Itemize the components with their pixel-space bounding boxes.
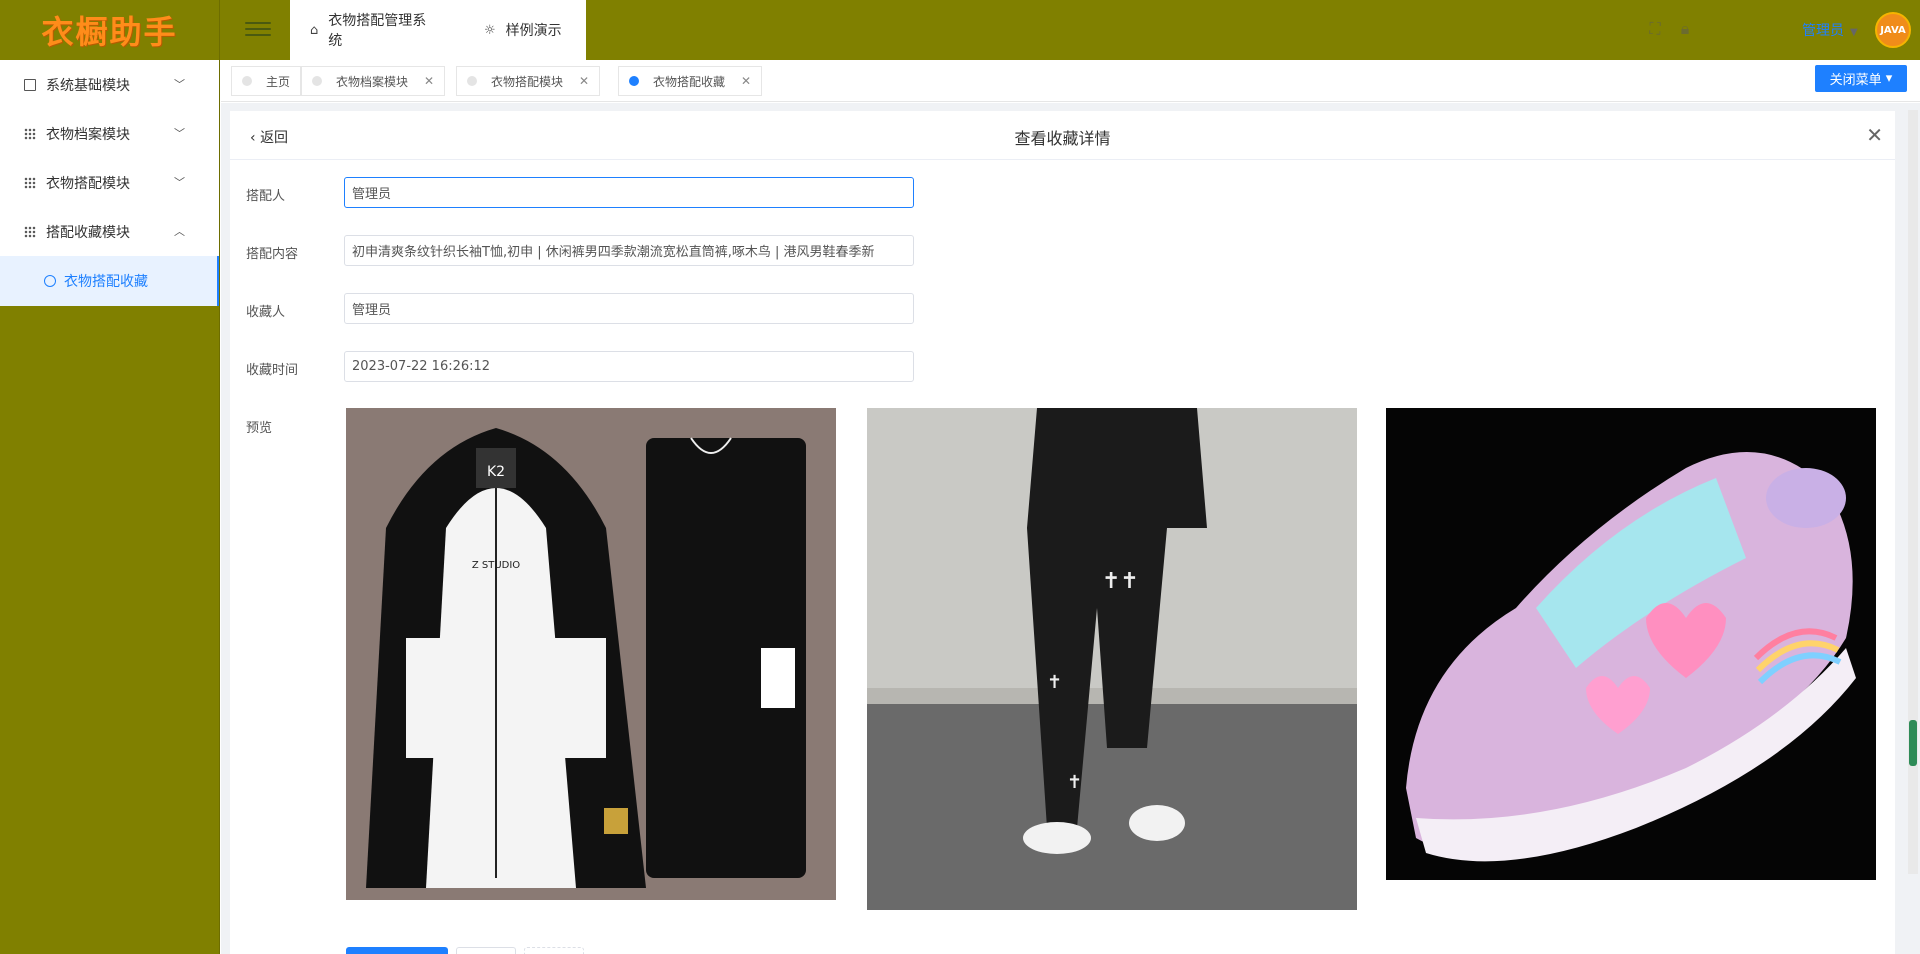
main-content: ‹ 返回 查看收藏详情 ✕ 搭配人 管理员 搭配内容 初申清爽条纹针织长袖T恤,… (221, 103, 1920, 954)
close-icon[interactable]: ✕ (424, 74, 434, 88)
close-icon[interactable]: ✕ (579, 74, 589, 88)
action-buttons (346, 947, 584, 954)
chevron-down-icon: ﹀ (174, 127, 185, 140)
top-tab-demo[interactable]: ☼ 样例演示 (440, 0, 586, 60)
chevron-up-icon: ︿ (174, 225, 185, 238)
chevron-down-icon: ﹀ (174, 78, 185, 91)
tab-archive[interactable]: 衣物档案模块 ✕ (301, 66, 446, 96)
sidebar-item-system[interactable]: 系统基础模块 ﹀ (0, 60, 219, 109)
preview-image-sneaker[interactable] (1386, 408, 1876, 880)
svg-text:✝✝: ✝✝ (1102, 569, 1139, 594)
top-tab-label: 衣物搭配管理系统 (328, 13, 427, 49)
svg-text:✝: ✝ (1047, 672, 1062, 693)
content-field[interactable]: 初申清爽条纹针织长袖T恤,初申 | 休闲裤男四季款潮流宽松直筒裤,啄木鸟 | 港… (344, 235, 914, 266)
field-row-preview: 预览 (246, 421, 273, 436)
menu-toggle-icon[interactable] (245, 18, 271, 40)
dot-icon (312, 76, 322, 86)
lock-icon[interactable]: 🔒︎ (1676, 20, 1694, 38)
page-title: 查看收藏详情 (1014, 129, 1111, 148)
grid-icon (24, 127, 36, 140)
top-tab-system[interactable]: ⌂ 衣物搭配管理系统 (290, 0, 440, 60)
grid-icon (24, 176, 36, 189)
sidebar: 系统基础模块 ﹀ 衣物档案模块 ﹀ 衣物搭配模块 ﹀ 搭配收藏模块 ︿ 衣物搭配… (0, 60, 220, 954)
chevron-down-icon: ﹀ (174, 176, 185, 189)
scrollbar-thumb[interactable] (1909, 720, 1917, 766)
field-row-collector: 收藏人 管理员 (246, 293, 914, 324)
close-icon[interactable]: ✕ (1866, 123, 1883, 147)
close-icon[interactable]: ✕ (741, 74, 751, 88)
user-menu[interactable]: 管理员 ▼ (1802, 20, 1858, 40)
dot-icon (629, 76, 639, 86)
detail-card: ‹ 返回 查看收藏详情 ✕ 搭配人 管理员 搭配内容 初申清爽条纹针织长袖T恤,… (230, 111, 1895, 954)
field-row-content: 搭配内容 初申清爽条纹针织长袖T恤,初申 | 休闲裤男四季款潮流宽松直筒裤,啄木… (246, 235, 914, 266)
field-row-time: 收藏时间 2023-07-22 16:26:12 (246, 351, 914, 382)
secondary-button[interactable] (456, 947, 516, 954)
fullscreen-icon[interactable]: ⛶ (1646, 20, 1664, 38)
tab-home[interactable]: 主页 (231, 66, 302, 96)
user-name: 管理员 (1802, 23, 1844, 39)
sidebar-subitem-favorites[interactable]: 衣物搭配收藏 (0, 256, 219, 306)
dot-icon (467, 76, 477, 86)
tab-matching[interactable]: 衣物搭配模块 ✕ (456, 66, 601, 96)
top-tab-label: 样例演示 (505, 23, 562, 39)
caret-down-icon: ▼ (1850, 27, 1858, 38)
avatar[interactable]: JAVA (1875, 12, 1911, 48)
primary-button[interactable] (346, 947, 448, 954)
tab-favorites[interactable]: 衣物搭配收藏 ✕ (618, 66, 763, 96)
preview-image-jacket[interactable]: K2 Z STUDIO (346, 408, 836, 900)
close-menu-button[interactable]: 关闭菜单 ▾ (1815, 65, 1907, 92)
logo: 衣橱助手 (0, 0, 220, 60)
sun-icon: ☼ (484, 22, 496, 38)
tabs-bar: 主页 衣物档案模块 ✕ 衣物搭配模块 ✕ 衣物搭配收藏 ✕ (221, 60, 1920, 102)
sidebar-item-favorites[interactable]: 搭配收藏模块 ︿ (0, 207, 219, 256)
chart-icon (24, 78, 36, 91)
time-field[interactable]: 2023-07-22 16:26:12 (344, 351, 914, 382)
gear-icon (44, 275, 56, 287)
tertiary-button[interactable] (524, 947, 584, 954)
collector-field[interactable]: 管理员 (344, 293, 914, 324)
sidebar-item-matching[interactable]: 衣物搭配模块 ﹀ (0, 158, 219, 207)
preview-image-pants[interactable]: ✝✝ ✝ ✝ (867, 408, 1357, 910)
home-icon: ⌂ (310, 22, 319, 38)
scrollbar[interactable] (1908, 110, 1918, 874)
sidebar-item-archive[interactable]: 衣物档案模块 ﹀ (0, 109, 219, 158)
top-header: 衣橱助手 ⌂ 衣物搭配管理系统 ☼ 样例演示 ⛶ 🔒︎ 管理员 ▼ JAVA (0, 0, 1920, 60)
svg-text:✝: ✝ (1067, 772, 1082, 793)
field-row-matcher: 搭配人 管理员 (246, 177, 914, 208)
svg-text:K2: K2 (487, 464, 505, 480)
dot-icon (242, 76, 252, 86)
grid-icon (24, 225, 36, 238)
matcher-field[interactable]: 管理员 (344, 177, 914, 208)
